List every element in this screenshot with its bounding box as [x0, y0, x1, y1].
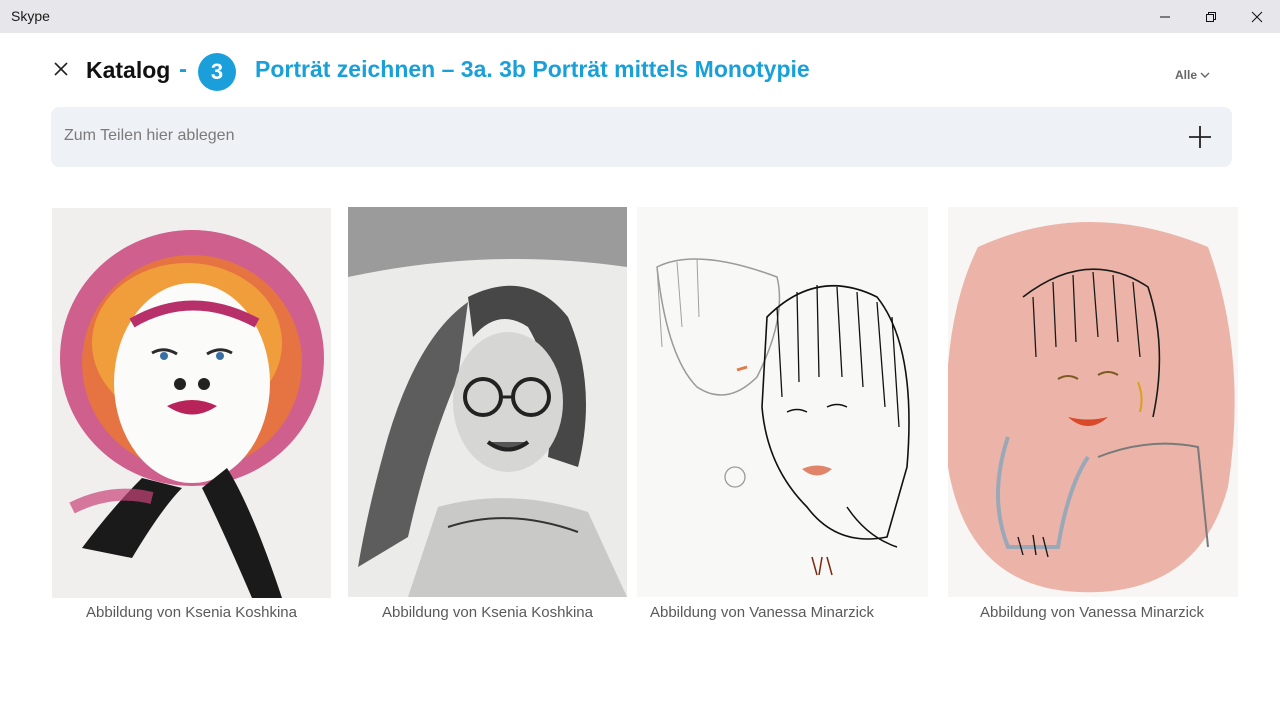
image-caption: Abbildung von Ksenia Koshkina: [382, 604, 593, 621]
app-title: Skype: [11, 8, 50, 24]
restore-icon: [1206, 11, 1216, 22]
close-window-button[interactable]: [1234, 0, 1280, 33]
chevron-down-icon: [1200, 72, 1210, 78]
close-icon: [1251, 11, 1263, 22]
close-icon: [54, 62, 68, 76]
image-caption: Abbildung von Vanessa Minarzick: [649, 604, 874, 621]
filter-dropdown[interactable]: Alle: [1175, 68, 1210, 82]
dropzone-placeholder: Zum Teilen hier ablegen: [64, 127, 235, 144]
portrait-image[interactable]: [52, 208, 331, 598]
close-catalog-button[interactable]: [52, 60, 70, 78]
portrait-artwork: [948, 207, 1238, 597]
minimize-button[interactable]: [1142, 0, 1188, 33]
minimize-icon: [1160, 16, 1170, 17]
topic-title: Porträt zeichnen – 3a. 3b Porträt mittel…: [255, 56, 810, 82]
portrait-image[interactable]: [637, 207, 928, 597]
filter-label: Alle: [1175, 68, 1198, 82]
step-number-badge: 3: [198, 53, 236, 91]
portrait-artwork: [52, 208, 331, 598]
portrait-artwork: [637, 207, 928, 597]
image-caption: Abbildung von Ksenia Koshkina: [86, 604, 297, 621]
page-title: Katalog: [86, 57, 171, 83]
portrait-artwork: [348, 207, 627, 597]
portrait-image[interactable]: [948, 207, 1238, 597]
share-dropzone[interactable]: Zum Teilen hier ablegen: [51, 107, 1232, 167]
restore-button[interactable]: [1188, 0, 1234, 33]
title-bar: Skype: [0, 0, 1280, 33]
image-caption: Abbildung von Vanessa Minarzick: [979, 604, 1204, 621]
step-number: 3: [210, 59, 224, 84]
portrait-image[interactable]: [348, 207, 627, 597]
title-separator: -: [179, 56, 187, 83]
plus-icon[interactable]: [1188, 125, 1212, 149]
